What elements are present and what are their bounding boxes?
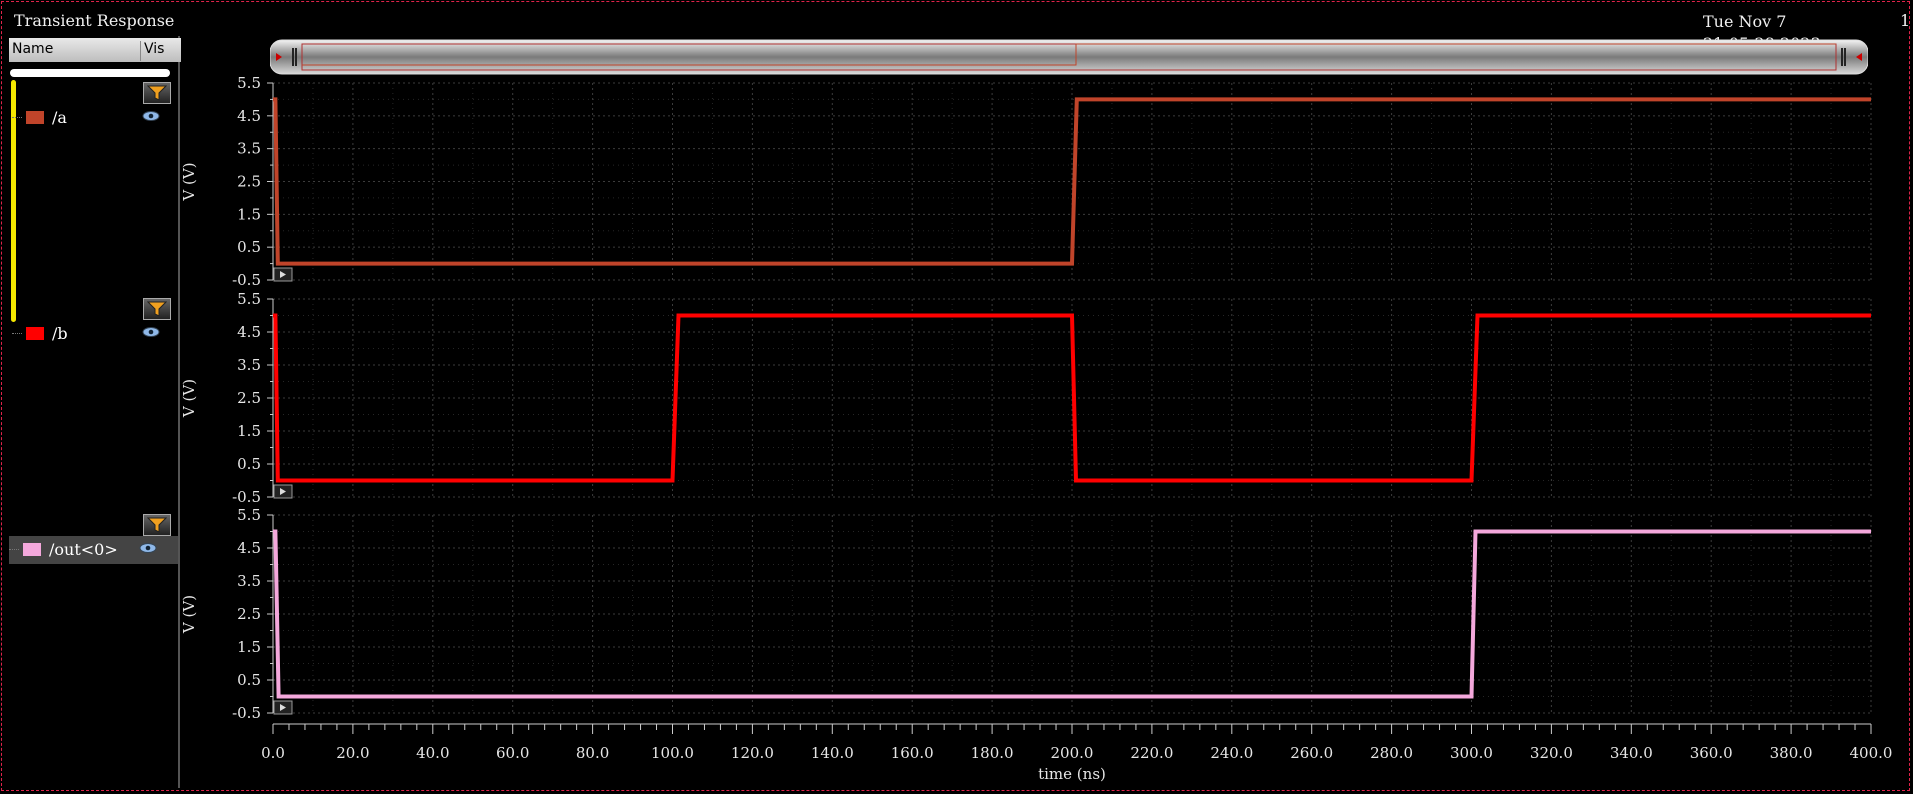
x-tick-label: 240.0 [1210,744,1253,762]
x-tick-label: 320.0 [1530,744,1573,762]
y-tick-label: 5.5 [237,506,261,524]
y-tick-label: 4.5 [237,323,261,341]
y-tick-label: 0.5 [237,455,261,473]
x-tick-label: 280.0 [1370,744,1413,762]
x-tick-label: 400.0 [1850,744,1893,762]
x-tick-label: 200.0 [1051,744,1094,762]
y-tick-label: 4.5 [237,107,261,125]
x-axis-label: time (ns) [1038,765,1106,783]
y-tick-label: 3.5 [237,140,261,158]
y-tick-label: 5.5 [237,74,261,92]
y-tick-label: 3.5 [237,572,261,590]
y-tick-label: 3.5 [237,356,261,374]
y-axis-label: V (V) [180,162,198,201]
y-tick-label: 4.5 [237,539,261,557]
y-tick-label: 1.5 [237,638,261,656]
x-tick-label: 220.0 [1130,744,1173,762]
x-tick-label: 0.0 [261,744,285,762]
x-tick-label: 160.0 [891,744,934,762]
y-tick-label: 0.5 [237,671,261,689]
x-tick-label: 60.0 [496,744,529,762]
y-tick-label: 2.5 [237,605,261,623]
x-tick-label: 300.0 [1450,744,1493,762]
y-tick-label: 0.5 [237,238,261,256]
y-tick-label: -0.5 [232,704,261,722]
y-axis-label: V (V) [180,379,198,418]
waveform-plots: 5.5 4.5 3.5 2.5 1.5 0.5 -0.5 V (V) 5.5 4.5 3.5 2.5 1… [180,74,1893,783]
x-tick-label: 100.0 [651,744,694,762]
x-tick-label: 340.0 [1610,744,1653,762]
y-tick-label: -0.5 [232,488,261,506]
x-tick-label: 360.0 [1690,744,1733,762]
x-tick-label: 80.0 [576,744,609,762]
x-tick-label: 380.0 [1770,744,1813,762]
x-tick-label: 120.0 [731,744,774,762]
x-tick-label: 260.0 [1290,744,1333,762]
y-tick-label: 2.5 [237,389,261,407]
x-tick-label: 20.0 [336,744,369,762]
y-axis-label: V (V) [180,595,198,634]
y-tick-label: 5.5 [237,290,261,308]
x-tick-label: 40.0 [416,744,449,762]
x-tick-label: 140.0 [811,744,854,762]
y-tick-label: 1.5 [237,422,261,440]
y-tick-label: 1.5 [237,205,261,223]
y-tick-label: 2.5 [237,173,261,191]
y-tick-label: -0.5 [232,271,261,289]
x-tick-label: 180.0 [971,744,1014,762]
